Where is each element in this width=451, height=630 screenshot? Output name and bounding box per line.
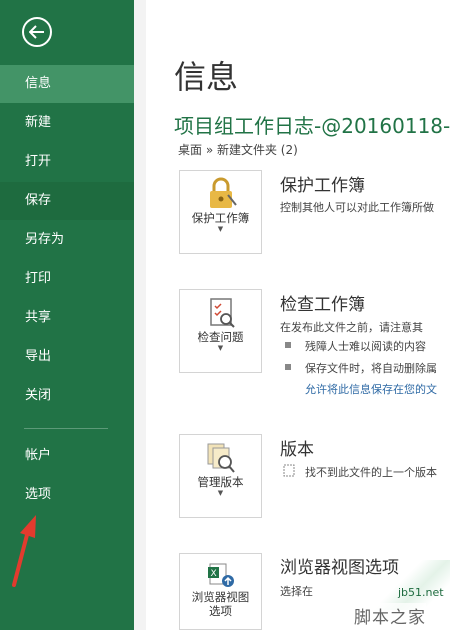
protect-workbook-label: 保护工作簿: [191, 211, 250, 225]
browser-view-options-button[interactable]: X 浏览器视图 选项: [179, 553, 262, 630]
manage-versions-label: 管理版本: [197, 475, 244, 489]
sidebar-item-open[interactable]: 打开: [0, 143, 134, 181]
manage-versions-button[interactable]: 管理版本 ▼: [179, 434, 262, 518]
sidebar-divider: [24, 428, 108, 429]
watermark-name: 脚本之家: [354, 603, 426, 628]
page-title: 信息: [174, 58, 239, 96]
allow-save-info-link[interactable]: 允许将此信息保存在您的文: [305, 381, 437, 397]
browser-view-options-label-1: 浏览器视图: [191, 590, 250, 604]
inspect-workbook-heading: 检查工作簿: [280, 295, 365, 315]
protect-workbook-desc: 控制其他人可以对此工作簿所做: [280, 201, 434, 214]
document-title: 项目组工作日志-@20160118-: [174, 114, 451, 138]
check-for-issues-button[interactable]: 检查问题 ▼: [179, 289, 262, 373]
versions-heading: 版本: [280, 440, 314, 460]
inspect-bullet-1: 残障人士难以阅读的内容: [305, 340, 426, 353]
breadcrumb[interactable]: 桌面 » 新建文件夹 (2): [178, 141, 298, 158]
sidebar-item-export[interactable]: 导出: [0, 338, 134, 376]
svg-text:X: X: [210, 569, 216, 579]
watermark-site: jb51.net: [398, 586, 444, 599]
sidebar-item-share[interactable]: 共享: [0, 299, 134, 337]
bullet-icon: [285, 364, 291, 370]
versions-desc: 找不到此文件的上一个版本: [305, 466, 437, 479]
sidebar-item-print[interactable]: 打印: [0, 260, 134, 298]
protect-workbook-button[interactable]: 保护工作簿 ▼: [179, 170, 262, 254]
sidebar-item-account[interactable]: 帐户: [0, 437, 134, 475]
backstage-sidebar: 信息 新建 打开 保存 另存为 打印 共享 导出 关闭 帐户 选项: [0, 0, 134, 630]
dropdown-caret-icon: ▼: [217, 489, 224, 497]
sidebar-item-close[interactable]: 关闭: [0, 377, 134, 415]
browser-view-options-label-2: 选项: [209, 604, 232, 618]
back-arrow-icon: [29, 25, 44, 39]
sidebar-item-new[interactable]: 新建: [0, 104, 134, 142]
excel-browser-icon: X: [207, 563, 234, 587]
dropdown-caret-icon: ▼: [217, 225, 224, 233]
sidebar-item-save[interactable]: 保存: [0, 182, 134, 220]
browser-view-desc: 选择在: [280, 585, 313, 598]
red-pointer-arrow-icon: [12, 515, 36, 587]
document-icon: [283, 464, 295, 477]
dropdown-caret-icon: ▼: [217, 344, 224, 352]
lock-icon: [209, 177, 237, 208]
bullet-icon: [285, 342, 291, 348]
inspect-bullet-2: 保存文件时，将自动删除属: [305, 362, 437, 375]
sidebar-item-info[interactable]: 信息: [0, 65, 134, 103]
sidebar-edge: [134, 0, 146, 630]
inspect-workbook-desc: 在发布此文件之前，请注意其: [280, 321, 423, 334]
inspect-document-icon: [209, 298, 235, 328]
sidebar-item-save-as[interactable]: 另存为: [0, 221, 134, 259]
back-button[interactable]: [22, 17, 52, 47]
check-for-issues-label: 检查问题: [197, 330, 244, 344]
protect-workbook-heading: 保护工作簿: [280, 176, 365, 196]
manage-versions-icon: [207, 443, 235, 473]
